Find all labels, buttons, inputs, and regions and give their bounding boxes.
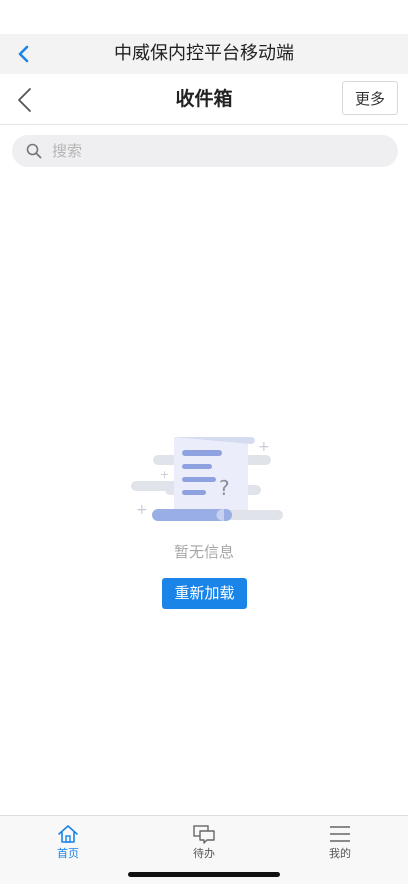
- tab-mine[interactable]: 我的: [300, 824, 380, 868]
- home-icon: [58, 825, 78, 843]
- tab-todo[interactable]: 待办: [164, 824, 244, 868]
- empty-state-message: 暂无信息: [173, 543, 234, 561]
- more-button[interactable]: 更多: [342, 81, 398, 115]
- svg-text:+: +: [160, 468, 169, 481]
- tab-todo-label: 待办: [193, 847, 215, 860]
- search-placeholder: 搜索: [52, 142, 83, 160]
- tab-home-label: 首页: [57, 847, 79, 860]
- app-header: 中威保内控平台移动端: [0, 34, 408, 74]
- page-header: 收件箱 更多: [0, 74, 408, 125]
- tab-home[interactable]: 首页: [28, 824, 108, 868]
- status-bar: [0, 0, 408, 34]
- chat-icon: [193, 825, 215, 844]
- menu-icon: [330, 826, 350, 842]
- svg-text:+: +: [258, 439, 270, 455]
- search-input[interactable]: 搜索: [12, 135, 398, 167]
- home-indicator: [128, 872, 280, 877]
- reload-button[interactable]: 重新加载: [162, 578, 247, 609]
- app-title: 中威保内控平台移动端: [114, 43, 294, 64]
- svg-text:+: +: [136, 502, 148, 518]
- svg-text:?: ?: [219, 476, 230, 500]
- empty-document-illustration: ? + + +: [131, 437, 283, 521]
- search-icon: [26, 143, 42, 159]
- tab-mine-label: 我的: [329, 847, 351, 860]
